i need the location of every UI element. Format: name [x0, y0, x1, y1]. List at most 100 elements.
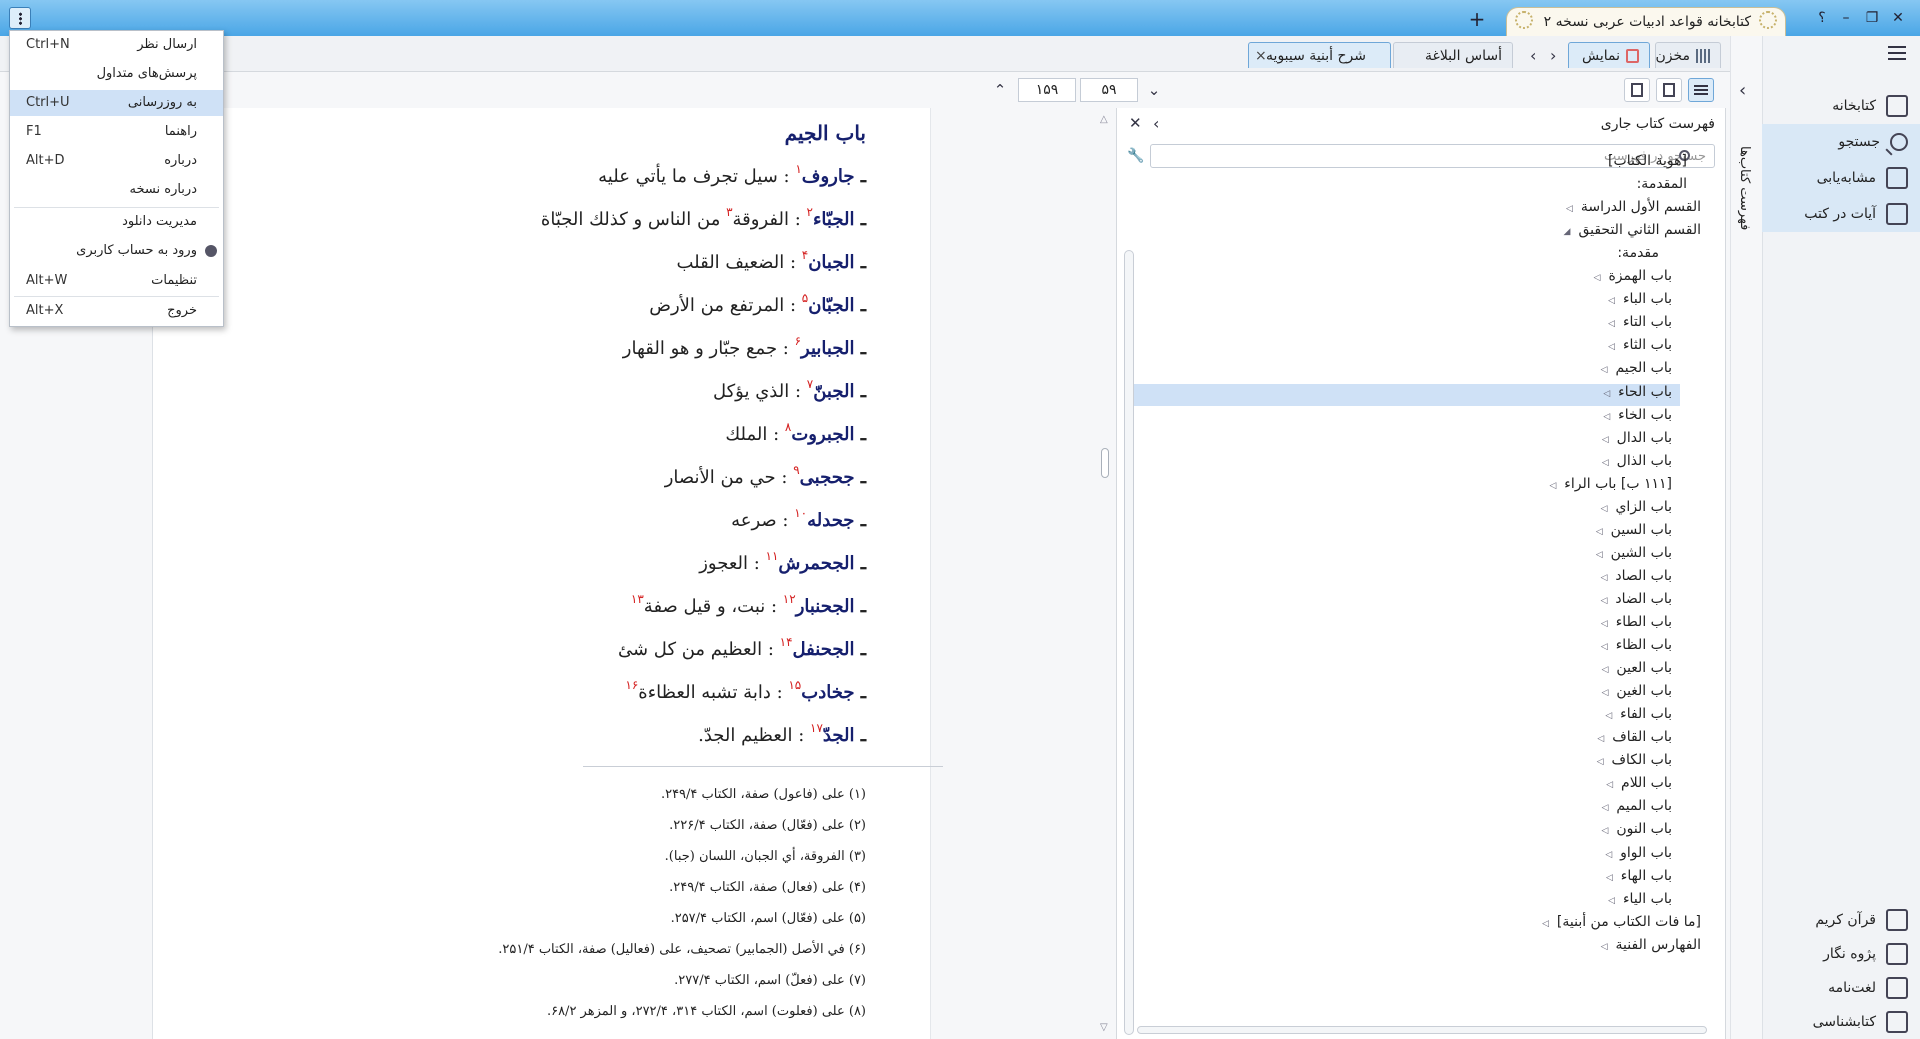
- footnote-ref[interactable]: ۱۷: [810, 721, 823, 735]
- footnote-ref[interactable]: ۱۴: [780, 635, 793, 649]
- collapsed-arrow-icon[interactable]: ◁: [1598, 820, 1612, 842]
- single-page-button[interactable]: [1624, 78, 1650, 102]
- toc-item[interactable]: باب الياء ◁: [1605, 888, 1672, 910]
- menu-exit[interactable]: خروج Alt+X: [10, 298, 223, 324]
- app-title-tab[interactable]: کتابخانه قواعد ادبیات عربی نسخه ۲: [1506, 7, 1786, 36]
- wrench-icon[interactable]: 🔧: [1127, 148, 1144, 164]
- toc-item[interactable]: باب الهاء ◁: [1602, 865, 1672, 887]
- footnote-ref[interactable]: ۱۶: [625, 678, 638, 692]
- toc-item[interactable]: باب التاء ◁: [1605, 311, 1672, 333]
- collapsed-arrow-icon[interactable]: ◁: [1562, 198, 1576, 220]
- collapsed-arrow-icon[interactable]: ◁: [1597, 613, 1611, 635]
- toc-item[interactable]: باب الخاء ◁: [1600, 404, 1672, 426]
- toc-item[interactable]: باب الغين ◁: [1598, 680, 1672, 702]
- scroll-down-icon[interactable]: ▽: [1100, 1022, 1108, 1033]
- toc-item[interactable]: [هوية الكتاب]: [1608, 150, 1687, 172]
- collapsed-arrow-icon[interactable]: ◁: [1598, 797, 1612, 819]
- close-window-button[interactable]: ✕: [1888, 8, 1908, 28]
- collapsed-arrow-icon[interactable]: ◁: [1597, 567, 1611, 589]
- expanded-arrow-icon[interactable]: ◢: [1560, 221, 1574, 243]
- menu-settings[interactable]: تنظیمات Alt+W: [10, 268, 223, 294]
- footnote-ref[interactable]: ۲: [807, 205, 813, 219]
- menu-send-feedback[interactable]: ارسال نظر Ctrl+N: [10, 32, 223, 58]
- toc-scrollbar[interactable]: [1124, 250, 1134, 1035]
- collapsed-arrow-icon[interactable]: ◁: [1605, 290, 1619, 312]
- toc-item[interactable]: باب الفاء ◁: [1602, 703, 1672, 725]
- collapsed-arrow-icon[interactable]: ◁: [1602, 705, 1616, 727]
- help-button[interactable]: ؟: [1812, 8, 1832, 28]
- reading-pane[interactable]: باب الجيم ـ جاروف۱ : سيل تجرف ما يأتي عل…: [152, 108, 1096, 1039]
- toc-item[interactable]: باب الدال ◁: [1598, 427, 1672, 449]
- footnote-ref[interactable]: ۱۳: [631, 592, 644, 606]
- footnote-ref[interactable]: ۵: [802, 291, 808, 305]
- minimize-button[interactable]: –: [1836, 8, 1856, 28]
- toc-horizontal-scrollbar[interactable]: [1137, 1026, 1707, 1034]
- collapsed-arrow-icon[interactable]: ◁: [1602, 844, 1616, 866]
- collapsed-arrow-icon[interactable]: ◁: [1598, 452, 1612, 474]
- menu-help[interactable]: راهنما F1: [10, 119, 223, 145]
- footnote-ref[interactable]: ۱۵: [788, 678, 801, 692]
- toc-item[interactable]: باب الميم ◁: [1598, 795, 1672, 817]
- toc-item[interactable]: باب الطاء ◁: [1597, 611, 1672, 633]
- footnote-ref[interactable]: ۱۱: [766, 549, 779, 563]
- toc-item[interactable]: باب الواو ◁: [1602, 842, 1672, 864]
- collapsed-arrow-icon[interactable]: ◁: [1597, 636, 1611, 658]
- toc-item[interactable]: القسم الثاني التحقيق ◢: [1560, 219, 1701, 241]
- toc-item[interactable]: [۱۱۱ ب] باب الراء ◁: [1546, 473, 1672, 495]
- collapsed-arrow-icon[interactable]: ◁: [1598, 659, 1612, 681]
- collapsed-arrow-icon[interactable]: ◁: [1594, 728, 1608, 750]
- menu-faq[interactable]: پرسش‌های متداول: [10, 61, 223, 87]
- collapsed-arrow-icon[interactable]: ◁: [1598, 429, 1612, 451]
- collapsed-arrow-icon[interactable]: ◁: [1592, 521, 1606, 543]
- next-page-chevron-icon[interactable]: ⌄: [1144, 80, 1164, 100]
- collapsed-arrow-icon[interactable]: ◁: [1600, 406, 1614, 428]
- toc-item[interactable]: باب الهمزة ◁: [1590, 265, 1672, 287]
- collapsed-arrow-icon[interactable]: ◁: [1605, 336, 1619, 358]
- toc-item[interactable]: باب اللام ◁: [1603, 772, 1672, 794]
- toc-item[interactable]: باب القاف ◁: [1594, 726, 1672, 748]
- collapsed-arrow-icon[interactable]: ◁: [1538, 913, 1552, 935]
- double-page-button[interactable]: [1656, 78, 1682, 102]
- nav-quran[interactable]: قرآن کریم: [1762, 902, 1920, 938]
- toc-item[interactable]: باب الذال ◁: [1598, 450, 1672, 472]
- nav-search[interactable]: جستجو: [1762, 124, 1920, 160]
- collapsed-arrow-icon[interactable]: ◁: [1597, 359, 1611, 381]
- toc-item[interactable]: باب الشين ◁: [1592, 542, 1672, 564]
- menu-download-manager[interactable]: مدیریت دانلود: [10, 209, 223, 235]
- toc-item[interactable]: القسم الأول الدراسة ◁: [1562, 196, 1701, 218]
- nav-research-notes[interactable]: پژوه نگار: [1762, 936, 1920, 972]
- toc-item[interactable]: باب الصاد ◁: [1597, 565, 1672, 587]
- tab-store[interactable]: مخزن: [1655, 42, 1721, 68]
- collapsed-arrow-icon[interactable]: ◁: [1590, 267, 1604, 289]
- collapsed-arrow-icon[interactable]: ◁: [1598, 682, 1612, 704]
- menu-about[interactable]: درباره Alt+D: [10, 148, 223, 174]
- collapsed-arrow-icon[interactable]: ◁: [1600, 383, 1614, 405]
- nav-library[interactable]: کتابخانه: [1762, 88, 1920, 124]
- tab-sharh-abniya[interactable]: شرح أبنية سيبويه ×: [1248, 42, 1391, 68]
- toc-item[interactable]: [ما فات الكتاب من أبنية] ◁: [1538, 911, 1701, 933]
- toc-item[interactable]: باب الظاء ◁: [1597, 634, 1672, 656]
- toc-item[interactable]: باب الكاف ◁: [1593, 749, 1672, 771]
- toc-item[interactable]: باب الثاء ◁: [1605, 334, 1672, 356]
- nav-bibliography[interactable]: کتابشناسی: [1762, 1004, 1920, 1039]
- collapsed-arrow-icon[interactable]: ◁: [1592, 544, 1606, 566]
- main-menu-button[interactable]: [9, 7, 31, 29]
- tab-asas-albalagha[interactable]: أساس البلاغة: [1393, 42, 1513, 68]
- collapsed-arrow-icon[interactable]: ◁: [1603, 774, 1617, 796]
- footnote-ref[interactable]: ۱۲: [783, 592, 796, 606]
- toc-item[interactable]: باب العين ◁: [1598, 657, 1672, 679]
- nav-dictionary[interactable]: لغت‌نامه: [1762, 970, 1920, 1006]
- collapsed-arrow-icon[interactable]: ◁: [1605, 890, 1619, 912]
- toc-item[interactable]: مقدمة:: [1617, 242, 1659, 264]
- menu-update[interactable]: به روزرسانی Ctrl+U: [10, 90, 223, 116]
- menu-login[interactable]: ورود به حساب کاربری: [10, 238, 223, 264]
- toc-item[interactable]: باب الزاي ◁: [1597, 496, 1672, 518]
- chevron-left-icon[interactable]: ‹: [1739, 80, 1746, 101]
- collapsed-arrow-icon[interactable]: ◁: [1602, 867, 1616, 889]
- close-tab-icon[interactable]: ×: [1255, 43, 1267, 69]
- close-icon[interactable]: ✕: [1129, 114, 1142, 132]
- splitter-handle[interactable]: [1101, 448, 1109, 478]
- footnote-ref[interactable]: ۷: [807, 377, 813, 391]
- toc-view-button[interactable]: [1688, 78, 1714, 102]
- tabs-scroll-left-icon[interactable]: ‹: [1530, 46, 1536, 65]
